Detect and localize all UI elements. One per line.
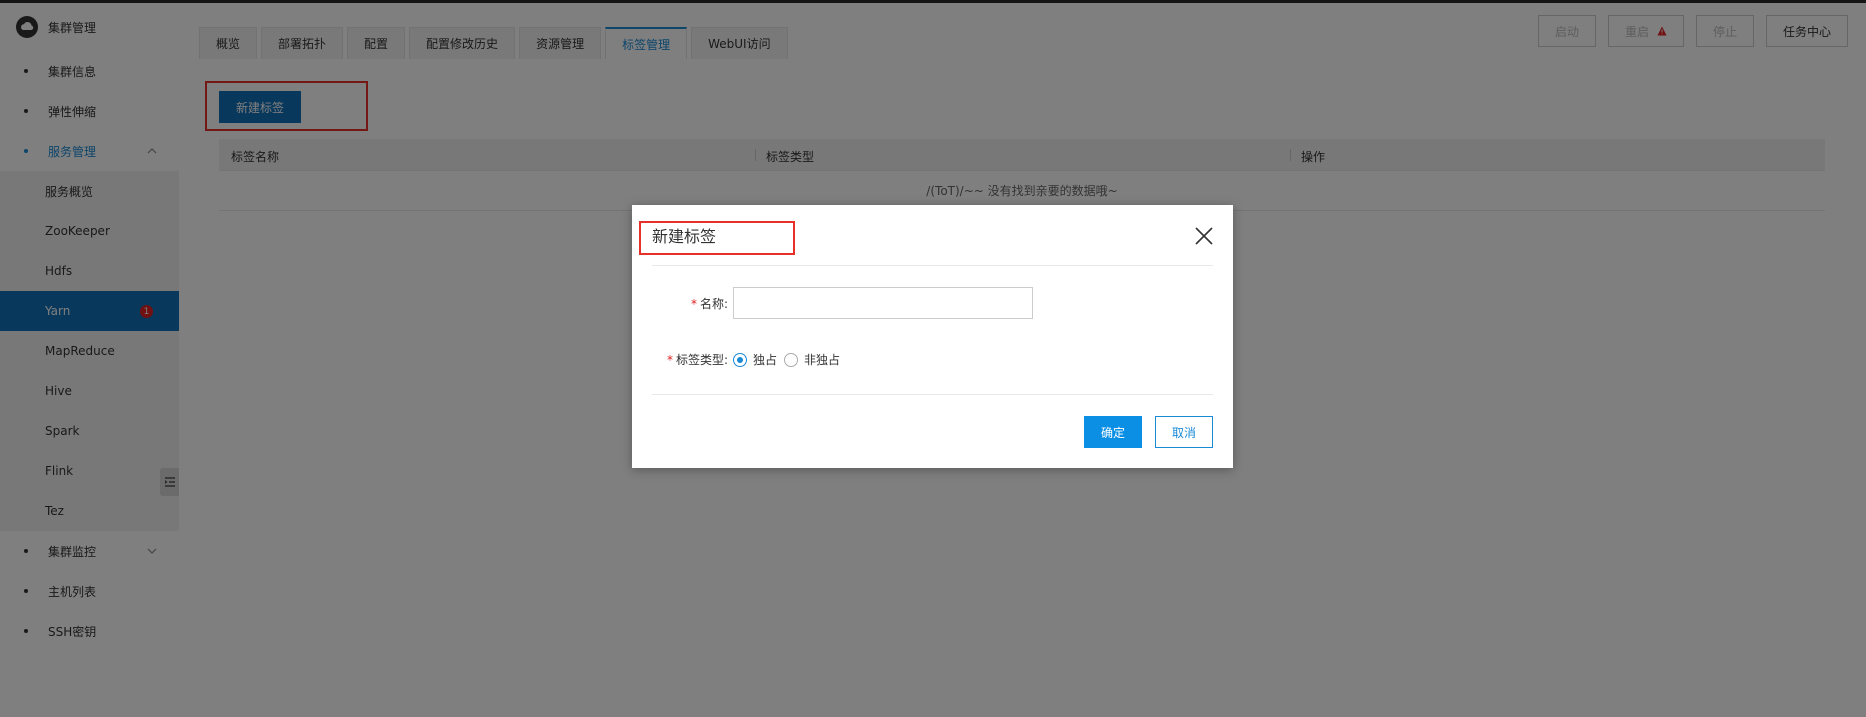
required-mark: *: [666, 353, 673, 367]
radio-exclusive[interactable]: 独占: [733, 351, 777, 368]
close-icon[interactable]: [1193, 225, 1215, 247]
name-label: * 名称:: [682, 295, 728, 312]
divider: [652, 394, 1213, 395]
radio-label: 独占: [753, 353, 778, 367]
confirm-button[interactable]: 确定: [1084, 416, 1142, 448]
name-label-text: 名称:: [699, 297, 728, 311]
divider: [652, 265, 1213, 266]
radio-unchecked-icon: [784, 352, 798, 367]
radio-label: 非独占: [804, 353, 841, 367]
new-tag-dialog: 新建标签 * 名称: * 标签类型: 独占 非独占 确定 取消: [632, 205, 1233, 468]
highlight-box: [639, 221, 795, 255]
cancel-button[interactable]: 取消: [1155, 416, 1213, 448]
type-label: * 标签类型:: [660, 351, 728, 368]
radio-non-exclusive[interactable]: 非独占: [784, 351, 840, 368]
type-label-text: 标签类型:: [675, 353, 728, 367]
required-mark: *: [690, 297, 697, 311]
name-input[interactable]: [733, 287, 1033, 319]
radio-checked-icon: [733, 352, 747, 367]
